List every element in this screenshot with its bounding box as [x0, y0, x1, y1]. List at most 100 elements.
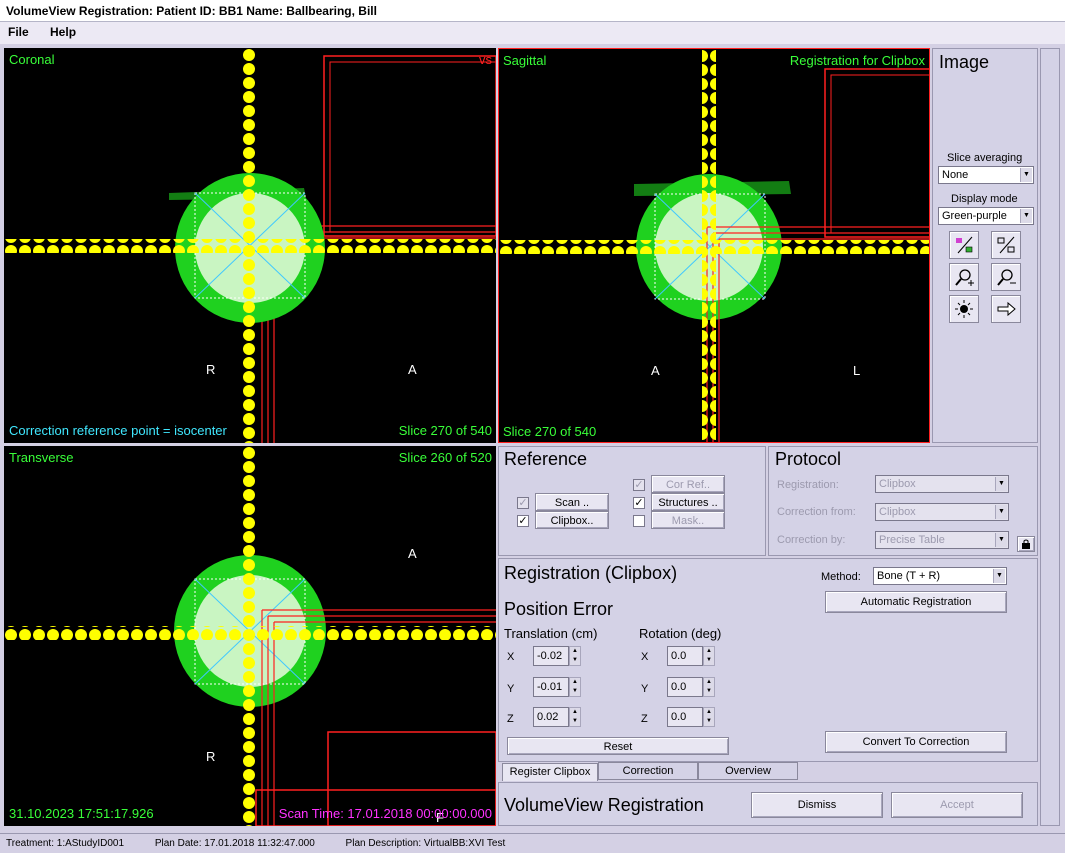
display-mode-value: Green-purple [942, 210, 1007, 222]
method-label: Method: [821, 571, 861, 583]
method-value: Bone (T + R) [877, 570, 941, 582]
mask-checkbox[interactable] [633, 515, 645, 527]
rotation-x-stepper[interactable]: 0.0 ▲ ▼ [667, 646, 715, 666]
rotation-y-value[interactable]: 0.0 [667, 677, 703, 697]
image-panel: Image Slice averaging None ▼ Display mod… [932, 48, 1038, 443]
translation-y-value[interactable]: -0.01 [533, 677, 569, 697]
structures-button[interactable]: Structures .. [651, 493, 725, 511]
chevron-down-icon: ▼ [1020, 209, 1032, 223]
sagittal-slice: Slice 270 of 540 [503, 424, 597, 439]
right-scroll-strip[interactable] [1040, 48, 1060, 826]
tab-correction[interactable]: Correction [598, 762, 698, 780]
lock-button[interactable] [1017, 536, 1035, 552]
scan-checkbox[interactable]: ✓ [517, 497, 529, 509]
coronal-label: Coronal [9, 52, 55, 67]
display-mode-label: Display mode [951, 193, 1018, 205]
clipbox-button[interactable]: Clipbox.. [535, 511, 609, 529]
convert-to-correction-button[interactable]: Convert To Correction [825, 731, 1007, 753]
accept-button[interactable]: Accept [891, 792, 1023, 818]
overlay-toggle-button[interactable] [949, 231, 979, 259]
translation-y-stepper[interactable]: -0.01 ▲ ▼ [533, 677, 581, 697]
sagittal-viewport[interactable]: Sagittal Registration for Clipbox A L Sl… [498, 48, 930, 443]
registration-panel: Registration (Clipbox) Method: Bone (T +… [498, 558, 1038, 762]
correction-by-select[interactable]: Precise Table ▼ [875, 531, 1009, 549]
zoom-out-icon [997, 269, 1016, 286]
slice-averaging-select[interactable]: None ▼ [938, 166, 1034, 184]
tab-overview[interactable]: Overview [698, 762, 798, 780]
automatic-registration-button[interactable]: Automatic Registration [825, 591, 1007, 613]
position-error-title: Position Error [504, 599, 614, 619]
protocol-panel: Protocol Registration: Clipbox ▼ Correct… [768, 446, 1038, 556]
reference-panel: Reference ✓ Scan .. ✓ Clipbox.. ✓ Cor Re… [498, 446, 766, 556]
stepper-arrows-icon[interactable]: ▲ ▼ [703, 677, 715, 697]
method-select[interactable]: Bone (T + R) ▼ [873, 567, 1007, 585]
rotation-label: Rotation (deg) [639, 626, 722, 641]
correction-from-label: Correction from: [777, 506, 856, 518]
clipbox-checkbox[interactable]: ✓ [517, 515, 529, 527]
translation-x-value[interactable]: -0.02 [533, 646, 569, 666]
correction-from-value: Clipbox [879, 506, 916, 518]
transverse-dir-left: R [206, 749, 216, 764]
reference-title: Reference [504, 449, 588, 469]
transverse-label: Transverse [9, 450, 74, 465]
transverse-scan-time: Scan Time: 17.01.2018 00:00:00.000 [278, 806, 492, 821]
status-bar: Treatment: 1:AStudyID001 Plan Date: 17.0… [0, 833, 1065, 853]
cor-ref-checkbox[interactable]: ✓ [633, 479, 645, 491]
stepper-arrows-icon[interactable]: ▲ ▼ [569, 677, 581, 697]
mask-button[interactable]: Mask.. [651, 511, 725, 529]
brightness-icon [955, 300, 973, 318]
translation-z-label: Z [507, 713, 514, 725]
sagittal-label: Sagittal [503, 53, 547, 68]
split-view-icon [997, 236, 1015, 254]
stepper-arrows-icon[interactable]: ▲ ▼ [569, 646, 581, 666]
sagittal-dir-right: L [853, 363, 861, 378]
rotation-y-label: Y [641, 683, 649, 695]
status-plan-description: Plan Description: VirtualBB:XVI Test [345, 838, 506, 849]
rotation-z-label: Z [641, 713, 648, 725]
scan-button[interactable]: Scan .. [535, 493, 609, 511]
translation-z-value[interactable]: 0.02 [533, 707, 569, 727]
stepper-arrows-icon[interactable]: ▲ ▼ [703, 707, 715, 727]
tab-register-clipbox[interactable]: Register Clipbox [502, 763, 598, 781]
transverse-viewport[interactable]: Transverse Slice 260 of 520 A R F 31.10.… [4, 446, 496, 826]
split-view-button[interactable] [991, 231, 1021, 259]
zoom-in-icon [955, 269, 974, 286]
pan-button[interactable] [991, 295, 1021, 323]
translation-y-label: Y [507, 683, 515, 695]
transverse-slice: Slice 260 of 520 [398, 450, 492, 465]
stepper-arrows-icon[interactable]: ▲ ▼ [569, 707, 581, 727]
rotation-y-stepper[interactable]: 0.0 ▲ ▼ [667, 677, 715, 697]
transverse-dir-top: A [408, 546, 417, 561]
chevron-down-icon: ▼ [1020, 168, 1032, 182]
menu-help[interactable]: Help [46, 25, 80, 39]
registration-title: Registration (Clipbox) [504, 563, 678, 583]
sagittal-image [499, 49, 929, 442]
cor-ref-button[interactable]: Cor Ref.. [651, 475, 725, 493]
correction-from-select[interactable]: Clipbox ▼ [875, 503, 1009, 521]
translation-x-stepper[interactable]: -0.02 ▲ ▼ [533, 646, 581, 666]
reset-button[interactable]: Reset [507, 737, 729, 755]
slice-averaging-label: Slice averaging [947, 152, 1023, 164]
structures-checkbox[interactable]: ✓ [633, 497, 645, 509]
menu-file[interactable]: File [4, 25, 33, 39]
display-mode-select[interactable]: Green-purple ▼ [938, 207, 1034, 225]
coronal-viewport[interactable]: Coronal vs R A Correction reference poin… [4, 48, 496, 443]
stepper-arrows-icon[interactable]: ▲ ▼ [703, 646, 715, 666]
registration-select[interactable]: Clipbox ▼ [875, 475, 1009, 493]
overlay-toggle-icon [956, 236, 973, 254]
image-panel-title: Image [939, 52, 990, 72]
translation-z-stepper[interactable]: 0.02 ▲ ▼ [533, 707, 581, 727]
rotation-z-value[interactable]: 0.0 [667, 707, 703, 727]
registration-value: Clipbox [879, 478, 916, 490]
chevron-down-icon: ▼ [993, 569, 1005, 583]
rotation-z-stepper[interactable]: 0.0 ▲ ▼ [667, 707, 715, 727]
translation-x-label: X [507, 651, 515, 663]
lock-icon [1022, 539, 1030, 549]
zoom-out-button[interactable] [991, 263, 1021, 291]
brightness-button[interactable] [949, 295, 979, 323]
zoom-in-button[interactable] [949, 263, 979, 291]
rotation-x-value[interactable]: 0.0 [667, 646, 703, 666]
registration-label: Registration: [777, 479, 839, 491]
dismiss-button[interactable]: Dismiss [751, 792, 883, 818]
correction-by-value: Precise Table [879, 534, 945, 546]
